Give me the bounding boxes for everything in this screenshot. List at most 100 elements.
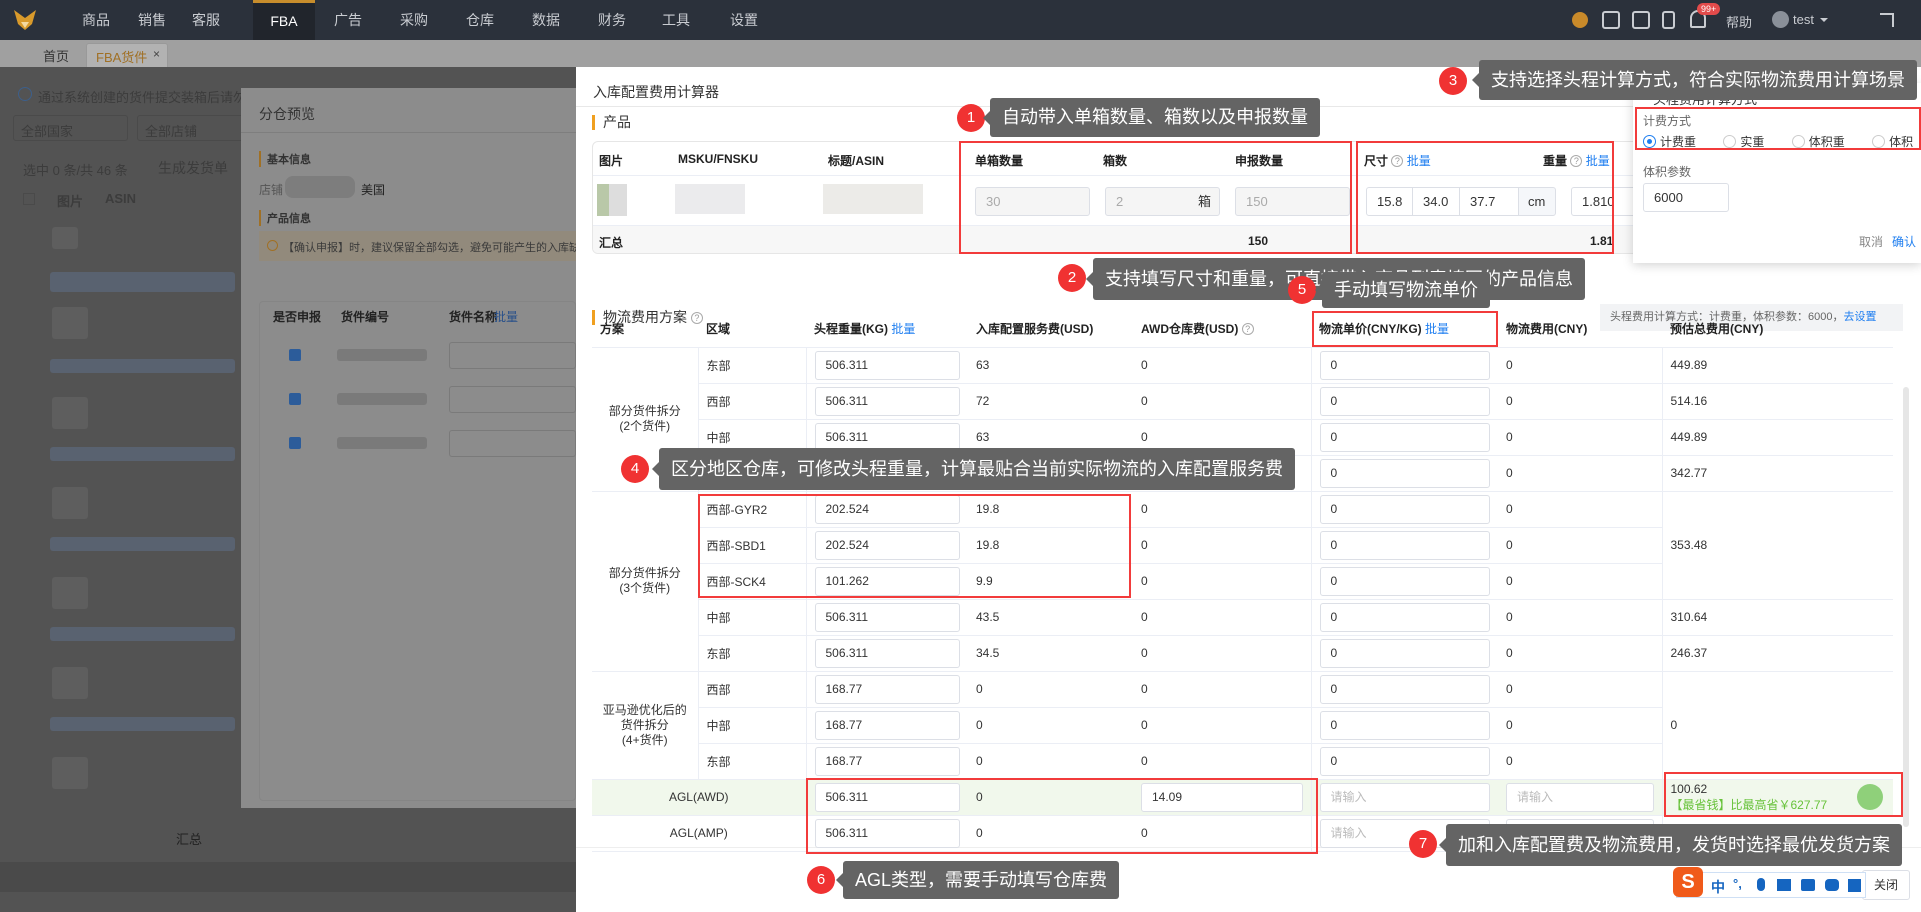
unit-price-cell: 0 bbox=[1310, 527, 1498, 564]
weight-input[interactable]: 506.311 bbox=[814, 350, 960, 380]
avatar[interactable] bbox=[1772, 11, 1789, 28]
weight-batch-link[interactable]: 批量 bbox=[891, 322, 915, 336]
skin-icon[interactable] bbox=[1801, 879, 1815, 891]
nav-item-purchase[interactable]: 采购 bbox=[400, 0, 428, 40]
service-icon[interactable] bbox=[1572, 12, 1588, 28]
nav-item-tools[interactable]: 工具 bbox=[662, 0, 690, 40]
help-icon[interactable]: ? bbox=[1570, 155, 1583, 167]
nav-item-settings[interactable]: 设置 bbox=[730, 0, 758, 40]
weight-input[interactable]: 202.524 bbox=[814, 530, 960, 560]
help-icon[interactable]: ? bbox=[1391, 155, 1404, 167]
microphone-icon[interactable] bbox=[1757, 878, 1765, 891]
volume-param-input[interactable]: 6000 bbox=[1643, 183, 1729, 212]
weight-input[interactable]: 506.311 bbox=[814, 782, 960, 812]
size-batch-link[interactable]: 批量 bbox=[1407, 154, 1431, 168]
weight-input[interactable]: 168.77 bbox=[814, 674, 960, 704]
punctuation-icon[interactable]: °, bbox=[1733, 876, 1742, 891]
tab-fba-shipments[interactable]: FBA货件 × bbox=[86, 43, 168, 67]
unit-price-input[interactable]: 请输入 bbox=[1319, 782, 1490, 812]
unit-price-input[interactable]: 0 bbox=[1319, 638, 1490, 668]
unit-price-input[interactable]: 0 bbox=[1319, 350, 1490, 380]
awd-fee-input[interactable]: 14.09 bbox=[1141, 782, 1303, 812]
unit-batch-link[interactable]: 批量 bbox=[1425, 322, 1449, 336]
weight-input[interactable]: 506.311 bbox=[814, 386, 960, 416]
boxes-input[interactable]: 2箱 bbox=[1105, 187, 1220, 216]
radio-volume-weight[interactable]: 体积重 bbox=[1791, 135, 1845, 149]
nav-item-warehouse[interactable]: 仓库 bbox=[466, 0, 494, 40]
weight-input[interactable]: 202.524 bbox=[814, 494, 960, 524]
ime-toolbar[interactable]: S 中 °, bbox=[1673, 867, 1866, 898]
height-input[interactable]: 37.7 bbox=[1459, 187, 1519, 216]
fullscreen-icon[interactable] bbox=[1880, 13, 1894, 27]
store-select[interactable]: 全部店铺 bbox=[137, 115, 252, 141]
nav-item-ads[interactable]: 广告 bbox=[334, 0, 362, 40]
ime-lang[interactable]: 中 bbox=[1711, 877, 1725, 897]
radio-volume[interactable]: 体积 bbox=[1872, 135, 1913, 149]
unit-price-input[interactable]: 0 bbox=[1319, 422, 1490, 452]
unit-price-input[interactable]: 0 bbox=[1319, 746, 1490, 776]
unit-price-input[interactable]: 0 bbox=[1319, 674, 1490, 704]
weight-cell: 168.77 bbox=[805, 743, 968, 780]
shipment-name-input[interactable] bbox=[449, 386, 576, 413]
nav-item-sales[interactable]: 销售 bbox=[138, 0, 166, 40]
weight-input[interactable]: 506.311 bbox=[814, 818, 960, 848]
nav-item-data[interactable]: 数据 bbox=[532, 0, 560, 40]
close-icon[interactable]: × bbox=[153, 47, 160, 61]
game-icon[interactable] bbox=[1825, 879, 1839, 891]
info-icon bbox=[18, 87, 32, 101]
weight-input[interactable]: 101.262 bbox=[814, 566, 960, 596]
unit-price-input[interactable]: 0 bbox=[1319, 494, 1490, 524]
batch-link[interactable]: 批量 bbox=[494, 308, 518, 325]
width-input[interactable]: 34.0 bbox=[1412, 187, 1460, 216]
unit-price-input[interactable]: 0 bbox=[1319, 602, 1490, 632]
apps-icon[interactable] bbox=[1848, 879, 1861, 892]
mobile-icon[interactable] bbox=[1662, 11, 1675, 29]
unit-price-input[interactable]: 0 bbox=[1319, 530, 1490, 560]
weight-input[interactable]: 1.810 bbox=[1571, 187, 1641, 216]
add-document-icon[interactable] bbox=[1632, 11, 1650, 29]
user-menu[interactable]: test bbox=[1793, 12, 1814, 27]
unit-price-input[interactable]: 0 bbox=[1319, 386, 1490, 416]
table-scrollbar[interactable] bbox=[1903, 387, 1909, 827]
cancel-button[interactable]: 取消 bbox=[1859, 233, 1883, 250]
logistics-fee-input[interactable]: 请输入 bbox=[1506, 782, 1654, 812]
fox-logo-icon[interactable] bbox=[12, 6, 38, 32]
help-icon[interactable]: ? bbox=[1241, 322, 1254, 335]
download-icon[interactable] bbox=[1602, 11, 1620, 29]
declare-checkbox[interactable] bbox=[289, 393, 301, 405]
unit-price-input[interactable]: 0 bbox=[1319, 566, 1490, 596]
total-cell: 514.16 bbox=[1661, 383, 1893, 420]
help-link[interactable]: 帮助 bbox=[1726, 12, 1752, 31]
weight-input[interactable]: 506.311 bbox=[814, 638, 960, 668]
keyboard-icon[interactable] bbox=[1777, 879, 1791, 891]
generate-shipment-button[interactable]: 生成发货单 bbox=[158, 158, 228, 178]
table-row: 亚马逊优化后的货件拆分 (4+货件) 西部 168.77 0 0 0 0 0 bbox=[592, 671, 1893, 780]
awd-fee-cell: 0 bbox=[1133, 815, 1311, 852]
radio-actual-weight[interactable]: 实重 bbox=[1723, 135, 1764, 149]
declared-qty-input[interactable]: 150 bbox=[1235, 187, 1350, 216]
length-input[interactable]: 15.8 bbox=[1366, 187, 1413, 216]
declare-checkbox[interactable] bbox=[289, 437, 301, 449]
country-select[interactable]: 全部国家 bbox=[13, 115, 128, 141]
nav-item-products[interactable]: 商品 bbox=[82, 0, 110, 40]
radio-billable-weight[interactable]: 计费重 bbox=[1643, 135, 1696, 149]
declare-checkbox[interactable] bbox=[289, 349, 301, 361]
logistics-fee-cell: 请输入 bbox=[1498, 779, 1662, 816]
nav-item-service[interactable]: 客服 bbox=[192, 0, 220, 40]
weight-input[interactable]: 168.77 bbox=[814, 710, 960, 740]
per-box-qty-input[interactable]: 30 bbox=[975, 187, 1090, 216]
weight-input[interactable]: 168.77 bbox=[814, 746, 960, 776]
unit-price-input[interactable]: 0 bbox=[1319, 458, 1490, 488]
weight-cell: 168.77 bbox=[805, 707, 968, 744]
nav-item-fba[interactable]: FBA bbox=[253, 0, 315, 40]
select-all-checkbox[interactable] bbox=[23, 193, 35, 205]
weight-batch-link[interactable]: 批量 bbox=[1586, 154, 1610, 168]
confirm-button[interactable]: 确认 bbox=[1892, 233, 1916, 250]
tab-home[interactable]: 首页 bbox=[43, 46, 69, 65]
nav-item-finance[interactable]: 财务 bbox=[598, 0, 626, 40]
weight-input[interactable]: 506.311 bbox=[814, 602, 960, 632]
close-button[interactable]: 关闭 bbox=[1862, 870, 1910, 900]
shipment-name-input[interactable] bbox=[449, 430, 576, 457]
unit-price-input[interactable]: 0 bbox=[1319, 710, 1490, 740]
shipment-name-input[interactable] bbox=[449, 342, 576, 369]
